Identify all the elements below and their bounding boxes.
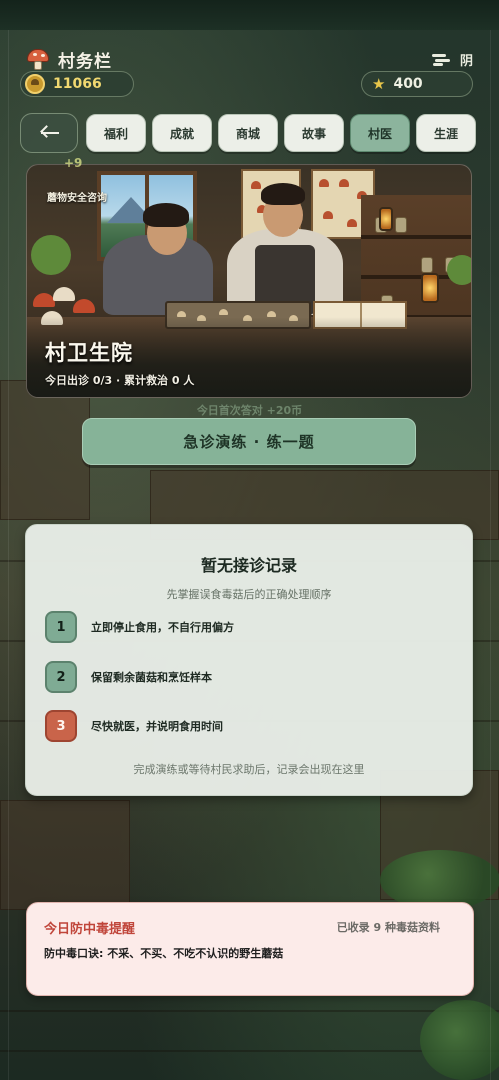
step-item: 2 保留剩余菌菇和烹饪样本: [45, 661, 212, 693]
page-title: 村务栏: [58, 51, 112, 72]
step-text: 立即停止食用，不自行用偏方: [91, 621, 234, 634]
back-arrow-icon: [39, 125, 59, 140]
emergency-drill-button[interactable]: 急诊演练 · 练一题: [82, 418, 416, 465]
back-button[interactable]: [20, 113, 78, 153]
hero-title: 村卫生院: [45, 341, 133, 365]
step-number: 3: [45, 710, 77, 742]
tab-shop[interactable]: 商城: [218, 114, 278, 152]
record-hint: 先掌握误食毒菇后的正确处理顺序: [166, 588, 332, 601]
poison-prevention-reminder: 今日防中毒提醒 已收录 9 种毒菇资料 防中毒口诀: 不采、不买、不吃不认识的野…: [26, 902, 474, 996]
tab-story[interactable]: 故事: [284, 114, 344, 152]
coin-icon: [25, 74, 45, 94]
first-answer-bonus: 今日首次答对 +20币: [196, 404, 303, 417]
record-title: 暂无接诊记录: [200, 556, 297, 575]
reminder-count[interactable]: 已收录 9 种毒菇资料: [337, 919, 440, 935]
tab-welfare[interactable]: 福利: [86, 114, 146, 152]
stat-row: 11066 ★ 400: [20, 71, 473, 99]
step-number: 2: [45, 661, 77, 693]
step-item: 3 尽快就医，并说明食用时间: [45, 710, 223, 742]
float-reward: +9: [64, 156, 83, 170]
step-text: 尽快就医，并说明食用时间: [91, 720, 223, 733]
weather-indicator: 阴: [431, 50, 473, 69]
mushroom-logo-icon: [26, 47, 50, 71]
tab-achievements[interactable]: 成就: [152, 114, 212, 152]
small-lantern-illustration: [379, 207, 393, 231]
wind-icon: [431, 52, 450, 66]
tab-village-doctor[interactable]: 村医: [350, 114, 410, 152]
star-balance[interactable]: ★ 400: [361, 71, 473, 97]
weather-label: 阴: [459, 53, 473, 69]
hero-tag: 蘑物安全咨询: [47, 193, 107, 204]
step-text: 保留剩余菌菇和烹饪样本: [91, 671, 212, 684]
lantern-illustration: [421, 273, 439, 303]
clinic-hero-card: 蘑物安全咨询 村卫生院 今日出诊 0/3 · 累计救治 0 人: [26, 164, 472, 398]
step-number: 1: [45, 611, 77, 643]
reminder-body: 防中毒口诀: 不采、不买、不吃不认识的野生蘑菇: [44, 947, 284, 960]
star-count: 400: [393, 76, 423, 92]
header: 村务栏 阴: [26, 44, 473, 74]
reminder-title: 今日防中毒提醒: [44, 922, 136, 937]
coin-count: 11066: [53, 76, 102, 92]
record-footer: 完成演练或等待村民求助后，记录会出现在这里: [133, 763, 365, 776]
step-item: 1 立即停止食用，不自行用偏方: [45, 611, 234, 643]
tab-career[interactable]: 生涯: [416, 114, 476, 152]
star-icon: ★: [372, 75, 386, 93]
tab-bar: 福利 成就 商城 故事 村医 生涯: [20, 112, 477, 154]
hero-subtitle: 今日出诊 0/3 · 累计救治 0 人: [45, 374, 195, 387]
consultation-record-card: 暂无接诊记录 先掌握误食毒菇后的正确处理顺序 1 立即停止食用，不自行用偏方 2…: [25, 524, 473, 796]
coin-balance[interactable]: 11066: [20, 71, 134, 97]
top-strip: [0, 0, 499, 30]
